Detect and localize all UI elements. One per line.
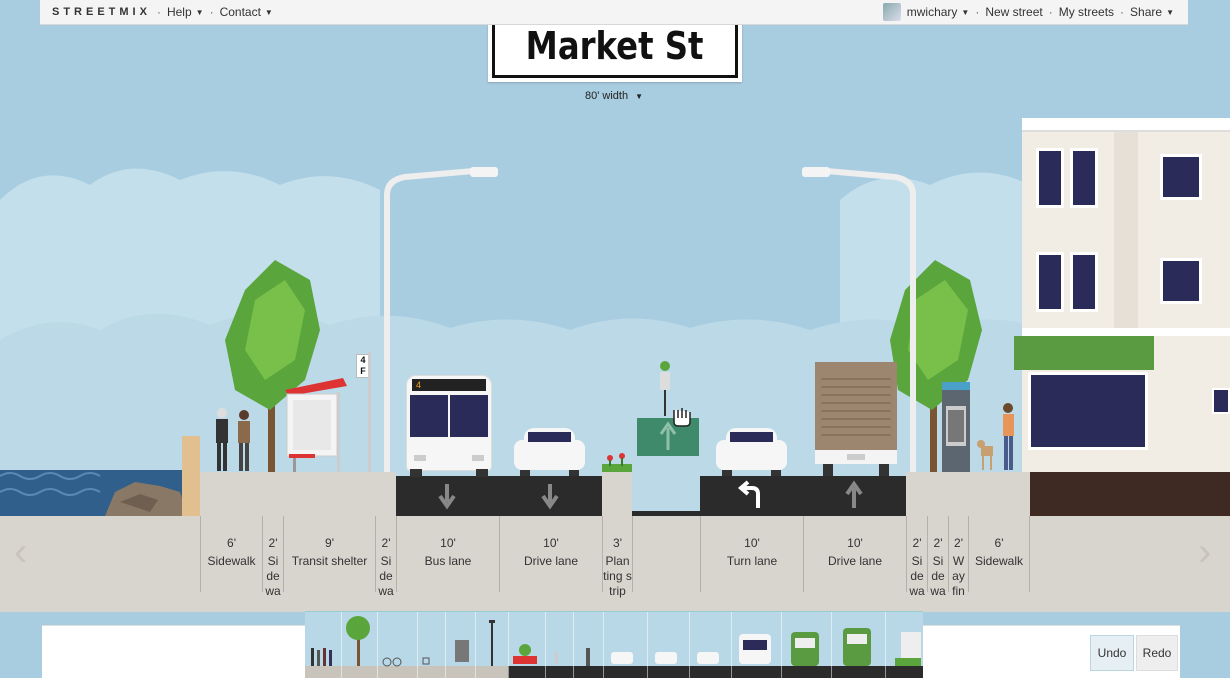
scroll-right-icon[interactable]: › [1198,530,1211,575]
segment-sidewalk-right[interactable]: 6' Sidewalk [968,516,1030,592]
segment-name: Si de wa [909,554,925,598]
caret-down-icon: ▼ [635,92,644,101]
caret-down-icon: ▼ [195,7,204,17]
segment-name: Si de wa [378,554,394,598]
segment-name: Bus lane [424,554,472,568]
segment-width: 6' [994,536,1004,550]
brand-logo[interactable]: STREETMIX [52,6,151,18]
segment-name: Sidewalk [207,554,256,568]
truck [815,362,897,477]
segment-width: 2' [912,536,922,550]
pedestrian-with-dog [977,403,1014,470]
segment-name: W ay fin [952,554,965,598]
caret-down-icon: ▼ [961,7,970,17]
segment-width: 2' [933,536,943,550]
segment-sidewalk-small-1[interactable]: 2' Si de wa [262,516,283,598]
user-menu[interactable]: mwichary ▼ [907,5,970,19]
segment-width: 3' [613,536,622,550]
segment-name: Plan ting strip [603,554,632,598]
redo-button[interactable]: Redo [1136,635,1178,671]
help-menu[interactable]: Help ▼ [167,5,204,19]
awning [1014,336,1154,370]
nav-separator: · [1048,5,1053,19]
segment-wayfinding[interactable]: 2' W ay fin [948,516,968,598]
segment-name: Drive lane [827,554,883,568]
bus-stop-pole [368,352,371,472]
new-street-link[interactable]: New street [985,5,1042,19]
palette-strip[interactable] [305,611,923,678]
user-name: mwichary [906,5,958,19]
wayfinding-kiosk [942,382,970,472]
street-width-label: 80' width [585,90,629,102]
segment-planting-strip[interactable]: 3' Plan ting strip [602,516,632,598]
waves [0,472,188,516]
transit-shelter [285,378,347,472]
segment-name: Si de wa [930,554,946,598]
planting-flowers [602,453,632,472]
car-right [714,428,789,476]
segment-sidewalk-small-3[interactable]: 2' Si de wa [906,516,927,598]
share-label: Share [1130,5,1163,19]
segment-width: 2' [268,536,278,550]
street-name: Market St [526,24,704,68]
scroll-left-icon[interactable]: ‹ [14,530,27,575]
segment-bike-lane-dragging[interactable] [632,516,700,592]
left-sidewalk [200,472,396,516]
help-label: Help [166,5,192,19]
segment-info-bar: 6' Sidewalk 2' Si de wa 9' Transit shelter … [0,516,1230,612]
caret-down-icon: ▼ [264,7,273,17]
segment-width: 10' [744,536,760,550]
segment-name: Turn lane [726,554,778,568]
segment-width: 10' [847,536,863,550]
bollard [182,436,200,516]
my-streets-link[interactable]: My streets [1059,5,1114,19]
pedestrians-left [216,408,250,471]
nav-separator: · [156,5,161,19]
segment-drive-lane-right[interactable]: 10' Drive lane [803,516,906,592]
segment-turn-lane[interactable]: 10' Turn lane [700,516,803,592]
segment-width: 6' [227,536,236,550]
segment-sidewalk-left[interactable]: 6' Sidewalk [200,516,262,592]
segment-width: 2' [954,536,963,550]
nav-separator: · [1120,5,1125,19]
segment-width: 10' [440,536,456,550]
segment-name: Sidewalk [974,554,1024,568]
segment-transit-shelter[interactable]: 9' Transit shelter [283,516,375,592]
nav-separator: · [975,5,980,19]
segment-bus-lane[interactable]: 10' Bus lane [396,516,499,592]
caret-down-icon: ▼ [1166,7,1174,17]
segment-name: Transit shelter [291,554,368,568]
share-menu[interactable]: Share ▼ [1130,5,1174,19]
segment-name: Si de wa [265,554,281,598]
contact-label: Contact [219,5,261,19]
drag-cursor-icon[interactable] [668,402,694,428]
undo-button[interactable]: Undo [1090,635,1134,671]
segment-width: 10' [543,536,559,550]
top-nav-bar: STREETMIX · Help ▼ · Contact ▼ mwichary ▼ ·… [40,0,1188,25]
palette-items [311,616,921,667]
avatar[interactable] [882,3,901,21]
segment-width: 2' [381,536,391,550]
bus: 4 [398,375,500,477]
building [1014,118,1230,472]
segment-width: 9' [325,536,334,550]
segment-sidewalk-small-4[interactable]: 2' Si de wa [927,516,948,598]
car-left [512,428,587,476]
bus-route-display: 4 [412,379,486,391]
right-sidewalk [906,472,1030,516]
nav-separator: · [209,5,214,19]
segment-sidewalk-small-2[interactable]: 2' Si de wa [375,516,396,598]
contact-menu[interactable]: Contact ▼ [220,5,273,19]
street-width-selector[interactable]: 80' width ▼ [585,90,643,102]
right-nav: mwichary ▼ · New street · My streets · Sh… [882,3,1174,21]
segment-drive-lane-left[interactable]: 10' Drive lane [499,516,602,592]
stop-sign-text: 4 F [360,355,366,376]
lane-arrows [438,480,863,510]
building-base [1030,472,1230,516]
segment-name: Drive lane [523,554,579,568]
